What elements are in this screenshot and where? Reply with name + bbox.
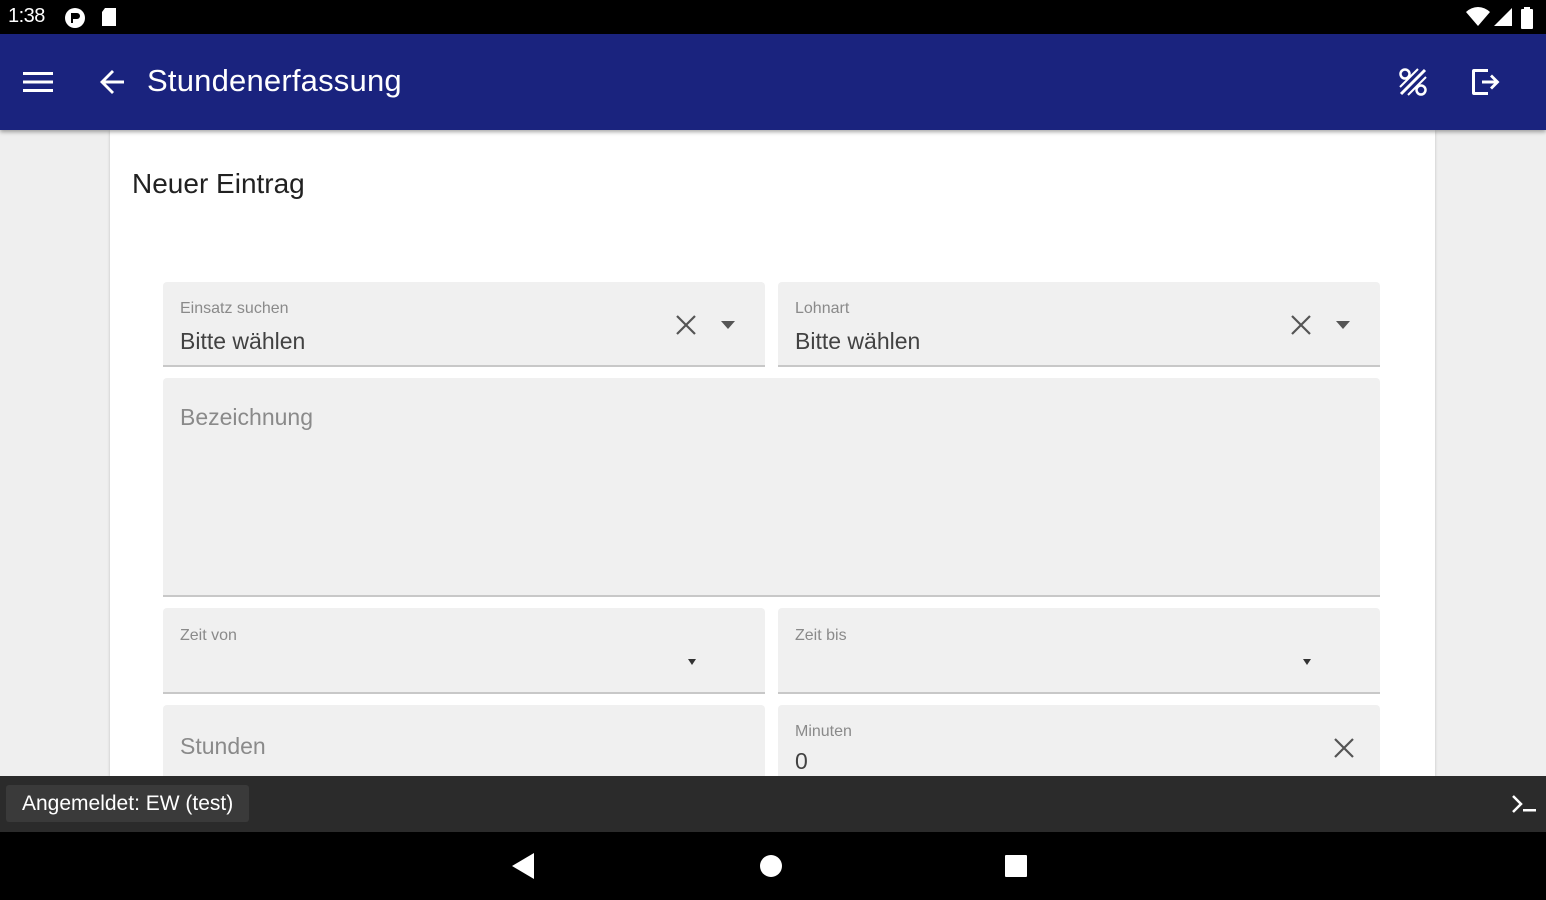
sd-card-icon — [100, 7, 118, 32]
back-triangle-icon[interactable] — [504, 846, 544, 886]
app-notification-icon — [64, 7, 86, 34]
zeit-bis-label: Zeit bis — [795, 627, 847, 644]
new-entry-card: Neuer Eintrag Einsatz suchen Bitte wähle… — [110, 130, 1435, 776]
clear-minuten-icon[interactable] — [1329, 733, 1359, 763]
lohnart-label: Lohnart — [795, 300, 850, 317]
navigation-bar — [0, 832, 1546, 900]
recents-square-icon[interactable] — [996, 846, 1036, 886]
einsatz-select[interactable]: Einsatz suchen Bitte wählen — [163, 282, 765, 367]
bezeichnung-placeholder: Bezeichnung — [180, 404, 313, 430]
status-time: 1:38 — [8, 5, 45, 27]
clear-einsatz-icon[interactable] — [671, 310, 701, 340]
signal-icon — [1492, 7, 1514, 32]
login-status: Angemeldet: EW (test) — [6, 785, 250, 822]
home-circle-icon[interactable] — [751, 846, 791, 886]
zeit-von-label: Zeit von — [180, 627, 237, 644]
lohnart-dropdown-icon[interactable] — [1331, 312, 1355, 338]
stunden-placeholder: Stunden — [180, 733, 266, 759]
wifi-icon — [1466, 7, 1490, 32]
page-title: Stundenerfassung — [147, 63, 402, 98]
einsatz-dropdown-icon[interactable] — [716, 312, 740, 338]
minuten-input[interactable]: Minuten 0 — [778, 705, 1380, 776]
menu-icon[interactable] — [14, 58, 62, 106]
bottom-bar: Angemeldet: EW (test) — [0, 776, 1546, 832]
battery-icon — [1520, 7, 1534, 34]
einsatz-label: Einsatz suchen — [180, 300, 289, 317]
minuten-value: 0 — [795, 748, 808, 774]
lohnart-select[interactable]: Lohnart Bitte wählen — [778, 282, 1380, 367]
card-title: Neuer Eintrag — [132, 168, 305, 199]
status-bar: 1:38 — [0, 0, 1546, 34]
zeit-von-dropdown-icon[interactable] — [683, 654, 701, 670]
app-bar: Stundenerfassung — [0, 34, 1546, 130]
stunden-input[interactable]: Stunden — [163, 705, 765, 776]
zeit-bis-dropdown-icon[interactable] — [1298, 654, 1316, 670]
back-arrow-icon[interactable] — [88, 58, 136, 106]
einsatz-value: Bitte wählen — [180, 328, 306, 354]
percent-icon[interactable] — [1389, 58, 1437, 106]
clear-lohnart-icon[interactable] — [1286, 310, 1316, 340]
zeit-bis-select[interactable]: Zeit bis — [778, 608, 1380, 694]
zeit-von-select[interactable]: Zeit von — [163, 608, 765, 694]
bezeichnung-textarea[interactable]: Bezeichnung — [163, 378, 1380, 597]
terminal-icon[interactable] — [1510, 790, 1538, 818]
lohnart-value: Bitte wählen — [795, 328, 921, 354]
minuten-label: Minuten — [795, 723, 852, 740]
logout-icon[interactable] — [1461, 58, 1509, 106]
